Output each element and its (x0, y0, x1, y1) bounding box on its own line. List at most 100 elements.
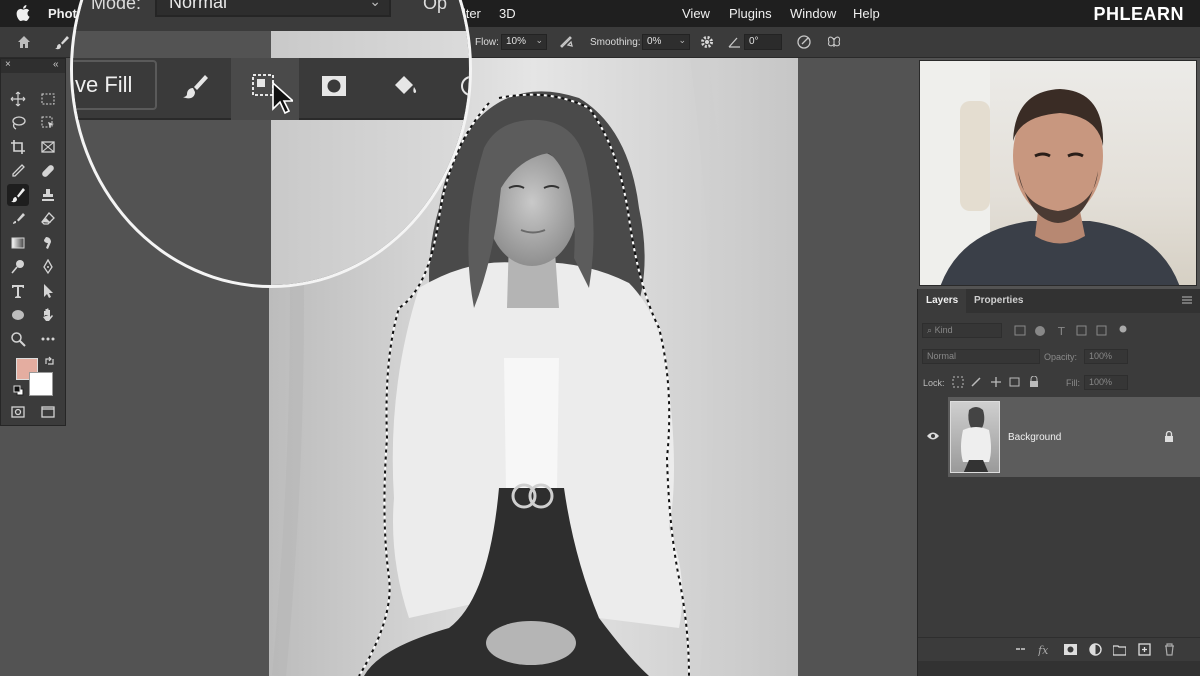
brush-select-icon[interactable] (181, 71, 211, 101)
brush-icon (11, 188, 25, 203)
mode-value: Normal (169, 0, 228, 12)
fill-label: Fill: (1066, 378, 1080, 388)
menu-view[interactable]: View (682, 6, 710, 21)
zoom-tool[interactable] (7, 328, 29, 350)
menu-plugins[interactable]: Plugins (729, 6, 772, 21)
brush-tool[interactable] (7, 184, 29, 206)
healing-brush-tool[interactable] (37, 160, 59, 182)
magnifier-callout: Mode: Normal ⌄ Op ve Fill (70, 0, 472, 288)
home-icon[interactable] (16, 34, 32, 50)
folder-icon[interactable] (1113, 643, 1126, 656)
lasso-tool[interactable] (7, 112, 29, 134)
menu-help[interactable]: Help (853, 6, 880, 21)
new-layer-icon[interactable] (1138, 643, 1151, 656)
layer-row-background[interactable]: Background (948, 397, 1200, 477)
quick-mask-button[interactable] (7, 401, 29, 423)
fx-icon[interactable]: fx (1038, 643, 1051, 656)
visibility-eye-icon[interactable] (926, 431, 940, 441)
ellipse-tool[interactable] (7, 304, 29, 326)
presenter-video (919, 60, 1197, 286)
airbrush-icon[interactable] (558, 34, 574, 50)
chevron-down-icon: ⌄ (678, 35, 686, 45)
menu-window[interactable]: Window (790, 6, 836, 21)
svg-text:T: T (1057, 325, 1065, 337)
object-selection-icon (41, 116, 54, 128)
hand-tool[interactable] (37, 304, 59, 326)
crop-tool[interactable] (7, 136, 29, 158)
smoothing-value: 0% (647, 36, 662, 47)
frame-icon (41, 141, 55, 153)
tab-layers[interactable]: Layers (918, 289, 967, 313)
fill-value: 100% (1089, 377, 1113, 387)
dodge-icon (11, 260, 24, 274)
smoothing-label: Smoothing: (590, 37, 641, 48)
angle-field[interactable]: 0° (744, 34, 782, 50)
smoothing-field[interactable]: 0% ⌄ (642, 34, 690, 50)
screen-mode-button[interactable] (37, 401, 59, 423)
opacity-label: Op (423, 0, 448, 13)
flow-field[interactable]: 10% ⌄ (501, 34, 547, 50)
fill-bucket-icon[interactable] (389, 71, 419, 101)
gradient-tool[interactable] (7, 232, 29, 254)
trash-icon[interactable] (1163, 643, 1176, 656)
eraser-tool[interactable] (37, 208, 59, 230)
pen-tool[interactable] (37, 256, 59, 278)
more-options-icon[interactable] (457, 71, 472, 101)
chevron-down-icon: ⌄ (369, 0, 381, 9)
opacity-label: Opacity: (1044, 352, 1078, 362)
apple-icon[interactable] (16, 5, 30, 21)
smudge-tool[interactable] (37, 232, 59, 254)
tools-panel-header[interactable]: × « (1, 59, 65, 73)
screen-mode-icon (41, 406, 55, 418)
gear-icon[interactable] (699, 34, 715, 50)
clone-stamp-tool[interactable] (37, 184, 59, 206)
opacity-field[interactable]: 100% (1084, 349, 1128, 364)
type-tool[interactable] (7, 280, 29, 302)
bandage-icon (42, 165, 54, 177)
more-tools[interactable] (37, 328, 59, 350)
pressure-icon[interactable] (796, 34, 812, 50)
panel-menu-icon[interactable] (1182, 296, 1192, 304)
object-selection-tool[interactable] (37, 112, 59, 134)
background-color-swatch[interactable] (29, 372, 53, 396)
gradient-icon (11, 237, 25, 249)
history-brush-tool[interactable] (7, 208, 29, 230)
move-tool[interactable] (7, 88, 29, 110)
layer-filter-icons[interactable]: T (1013, 325, 1173, 337)
marquee-icon (41, 93, 55, 105)
swap-colors-icon[interactable] (44, 356, 55, 367)
menu-3d[interactable]: 3D (499, 6, 516, 21)
pen-icon (43, 259, 53, 275)
frame-tool[interactable] (37, 136, 59, 158)
adjustment-layer-icon[interactable] (1089, 643, 1102, 656)
dodge-tool[interactable] (7, 256, 29, 278)
chevron-down-icon: ⌄ (535, 35, 543, 45)
move-icon (10, 91, 26, 107)
generative-fill-button[interactable]: ve Fill (73, 60, 157, 110)
symmetry-butterfly-icon[interactable] (826, 34, 842, 50)
tab-properties[interactable]: Properties (966, 289, 1031, 313)
mode-select[interactable]: Normal ⌄ (155, 0, 391, 17)
marquee-tool[interactable] (37, 88, 59, 110)
angle-value: 0° (749, 36, 759, 47)
collapse-icon[interactable]: « (53, 59, 59, 70)
lock-options-icons[interactable] (952, 376, 1042, 388)
crop-icon (11, 140, 25, 154)
mode-label: Mode: (91, 0, 142, 13)
add-mask-icon[interactable] (1064, 643, 1077, 656)
eyedropper-tool[interactable] (7, 160, 29, 182)
type-icon (12, 285, 24, 298)
fill-field[interactable]: 100% (1084, 375, 1128, 390)
history-brush-icon (13, 213, 25, 224)
quick-mask-icon (11, 406, 25, 418)
layer-mask-icon[interactable] (319, 71, 349, 101)
default-colors-icon[interactable] (13, 385, 24, 396)
brand-logo: PHLEARN (1093, 4, 1184, 24)
link-icon[interactable] (1014, 643, 1027, 656)
filter-kind-select[interactable]: ⌕ Kind (922, 323, 1002, 338)
blend-mode-select[interactable]: Normal (922, 349, 1040, 364)
brush-tool-icon[interactable] (54, 34, 70, 50)
path-selection-tool[interactable] (37, 280, 59, 302)
lock-label: Lock: (923, 378, 945, 388)
close-icon[interactable]: × (5, 59, 11, 70)
